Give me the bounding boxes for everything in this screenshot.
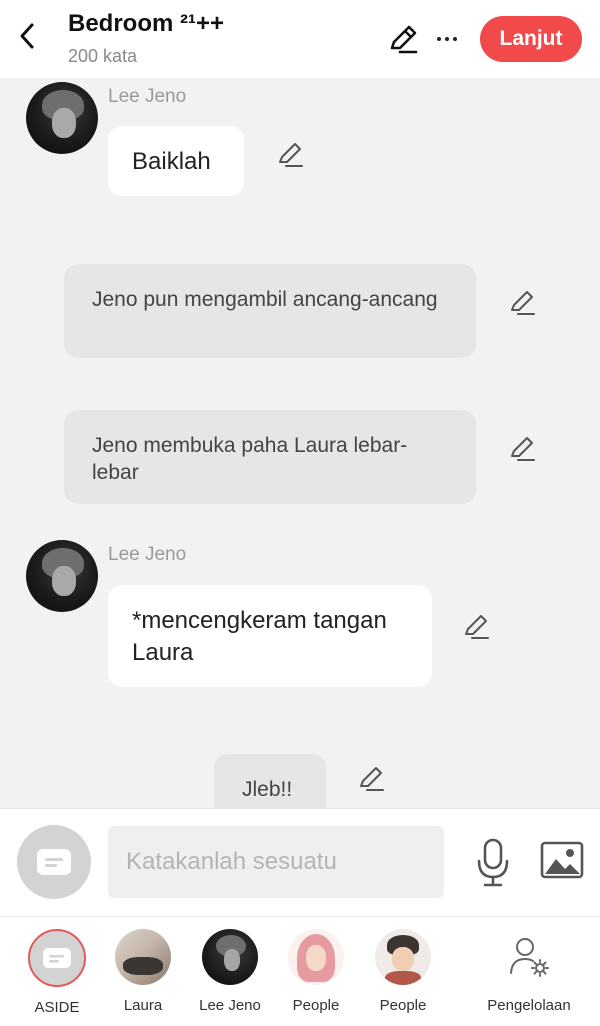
aside-bubble-icon — [43, 948, 71, 968]
pencil-icon[interactable] — [462, 612, 492, 642]
edit-title-button[interactable] — [386, 22, 420, 56]
next-button[interactable]: Lanjut — [480, 16, 582, 62]
avatar — [202, 929, 258, 985]
pencil-icon — [390, 25, 418, 54]
back-button[interactable] — [12, 18, 42, 54]
sender-name: Lee Jeno — [108, 86, 187, 107]
chat-area[interactable]: Lee Jeno Baiklah Jeno pun mengambil anca… — [0, 78, 600, 808]
avatar[interactable] — [26, 82, 98, 154]
aside-avatar — [28, 929, 86, 987]
character-label: ASIDE — [34, 999, 80, 1016]
manage-characters[interactable]: Pengelolaan — [483, 929, 575, 1025]
pencil-icon[interactable] — [276, 140, 306, 170]
sender-name: Lee Jeno — [108, 544, 187, 565]
microphone-icon — [477, 838, 509, 887]
character-people-2[interactable]: People — [358, 929, 448, 1025]
pencil-icon[interactable] — [508, 434, 538, 464]
avatar — [288, 929, 344, 985]
more-horizontal-icon — [437, 37, 441, 41]
aside-toggle-button[interactable] — [17, 825, 91, 899]
character-bar: ASIDE Laura Lee Jeno People People Penge… — [0, 916, 600, 1026]
message-input[interactable] — [108, 826, 444, 898]
message-bubble[interactable]: *mencengkeram tangan Laura — [108, 585, 432, 687]
message-bubble[interactable]: Baiklah — [108, 126, 244, 196]
voice-button[interactable] — [474, 837, 512, 889]
image-upload-button[interactable] — [540, 841, 584, 881]
narration-bubble[interactable]: Jleb!! — [214, 754, 326, 808]
character-label: Laura — [123, 997, 163, 1014]
message-composer — [0, 808, 600, 916]
chevron-left-icon — [20, 23, 34, 49]
character-label: People — [292, 997, 340, 1014]
aside-bubble-icon — [37, 849, 71, 875]
character-laura[interactable]: Laura — [98, 929, 188, 1025]
user-gear-icon — [501, 929, 557, 985]
more-options-button[interactable] — [432, 22, 462, 56]
character-aside[interactable]: ASIDE — [12, 929, 102, 1025]
character-people-1[interactable]: People — [271, 929, 361, 1025]
word-count: 200 kata — [68, 46, 138, 66]
character-label: Lee Jeno — [199, 997, 261, 1014]
avatar[interactable] — [26, 540, 98, 612]
character-label: People — [379, 997, 427, 1014]
narration-bubble[interactable]: Jeno pun mengambil ancang-ancang — [64, 264, 476, 358]
pencil-icon[interactable] — [508, 288, 538, 318]
pencil-icon[interactable] — [357, 764, 387, 794]
top-bar: Bedroom ²¹++ 200 kata Lanjut — [0, 0, 600, 78]
character-label: Pengelolaan — [487, 997, 571, 1014]
story-title: Bedroom ²¹++ — [68, 10, 225, 37]
avatar — [115, 929, 171, 985]
character-lee-jeno[interactable]: Lee Jeno — [185, 929, 275, 1025]
narration-bubble[interactable]: Jeno membuka paha Laura lebar-lebar — [64, 410, 476, 504]
avatar — [375, 929, 431, 985]
image-icon — [540, 841, 584, 879]
